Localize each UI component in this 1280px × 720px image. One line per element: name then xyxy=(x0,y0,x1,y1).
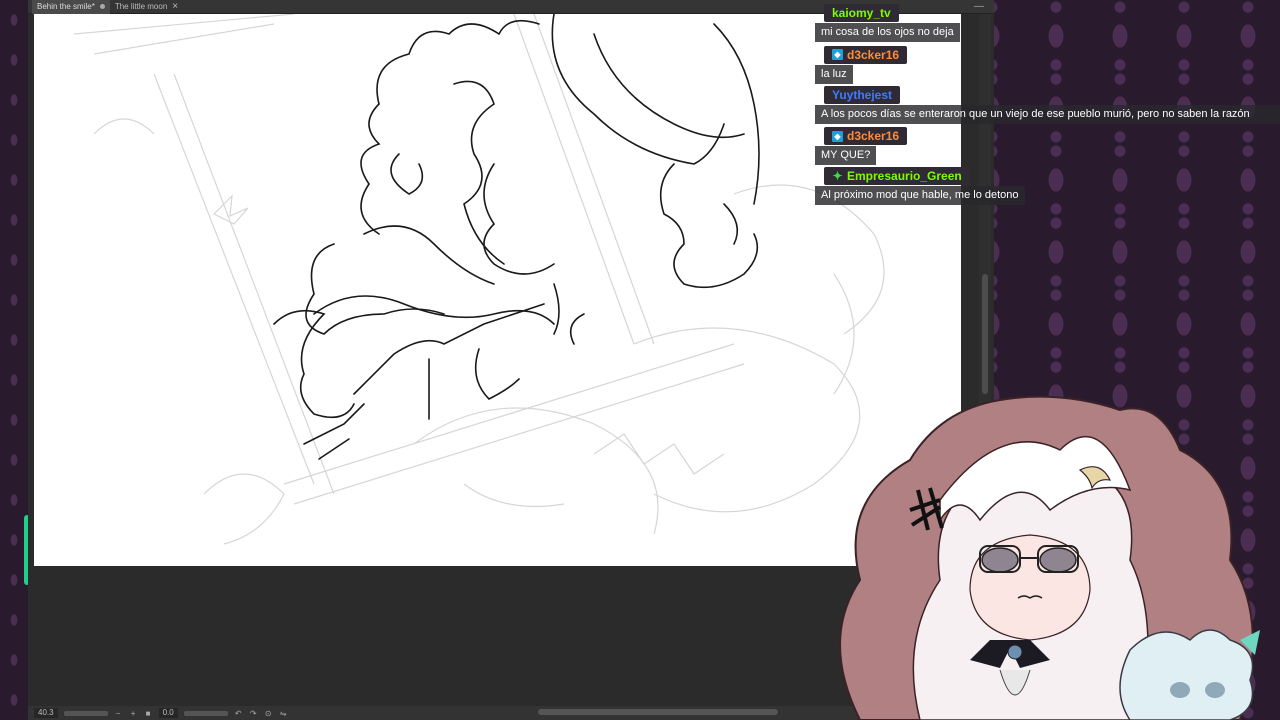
vtuber-avatar xyxy=(839,395,1260,720)
chat-message-text: MY QUE? xyxy=(815,146,877,165)
zoom-out-icon[interactable]: − xyxy=(114,709,123,718)
chat-username: ◆ d3cker16 xyxy=(824,127,908,145)
chat-username: kaiomy_tv xyxy=(824,4,899,22)
chat-message: ✦ Empresaurio_Green Al próximo mod que h… xyxy=(815,167,1280,205)
chat-username: ✦ Empresaurio_Green xyxy=(824,167,970,185)
tab-label: The little moon xyxy=(114,2,168,11)
flip-icon[interactable]: ⇋ xyxy=(279,709,288,718)
username-text: kaiomy_tv xyxy=(832,6,891,20)
horizontal-scrollbar[interactable] xyxy=(538,709,778,715)
rotation-slider[interactable] xyxy=(183,710,228,716)
chat-message: kaiomy_tv mi cosa de los ojos no deja xyxy=(815,4,1280,42)
chat-username: ◆ d3cker16 xyxy=(824,45,908,64)
chat-message: Yuythejest A los pocos días se enteraron… xyxy=(815,85,1280,124)
fit-screen-icon[interactable]: ■ xyxy=(144,709,153,718)
unsaved-dot-icon xyxy=(99,4,105,9)
zoom-value[interactable]: 40.3 xyxy=(34,708,58,718)
chat-message: ◆ d3cker16 la luz xyxy=(815,44,1280,84)
chat-message-text: A los pocos días se enteraron que un vie… xyxy=(815,104,1280,124)
tab-behind-the-smile[interactable]: Behin the smile* xyxy=(32,0,110,14)
rotation-value[interactable]: 0.0 xyxy=(158,708,178,718)
zoom-in-icon[interactable]: + xyxy=(129,709,138,718)
username-text: Empresaurio_Green xyxy=(847,169,962,183)
prime-badge-icon: ◆ xyxy=(832,130,843,142)
username-text: d3cker16 xyxy=(847,129,900,143)
background-pattern-left xyxy=(0,0,28,720)
username-text: d3cker16 xyxy=(847,47,900,62)
reset-rotation-icon[interactable]: ⊙ xyxy=(264,709,273,718)
close-tab-icon[interactable]: × xyxy=(172,1,178,12)
sparkle-badge-icon: ✦ xyxy=(832,169,843,183)
tab-the-little-moon[interactable]: The little moon × xyxy=(110,0,183,14)
prime-badge-icon: ◆ xyxy=(832,49,843,60)
chat-message-text: la luz xyxy=(815,64,853,84)
chat-message: ◆ d3cker16 MY QUE? xyxy=(815,126,1280,165)
stream-chat-overlay: kaiomy_tv mi cosa de los ojos no deja ◆ … xyxy=(815,4,1280,207)
scroll-thumb[interactable] xyxy=(982,274,988,394)
tab-label: Behin the smile* xyxy=(37,2,95,11)
username-text: Yuythejest xyxy=(832,87,893,102)
rotate-left-icon[interactable]: ↶ xyxy=(234,709,243,718)
chat-username: Yuythejest xyxy=(824,85,901,104)
chat-message-text: mi cosa de los ojos no deja xyxy=(815,23,960,42)
zoom-slider[interactable] xyxy=(63,710,108,716)
chat-message-text: Al próximo mod que hable, me lo detono xyxy=(815,186,1025,205)
rotate-right-icon[interactable]: ↷ xyxy=(249,709,258,718)
